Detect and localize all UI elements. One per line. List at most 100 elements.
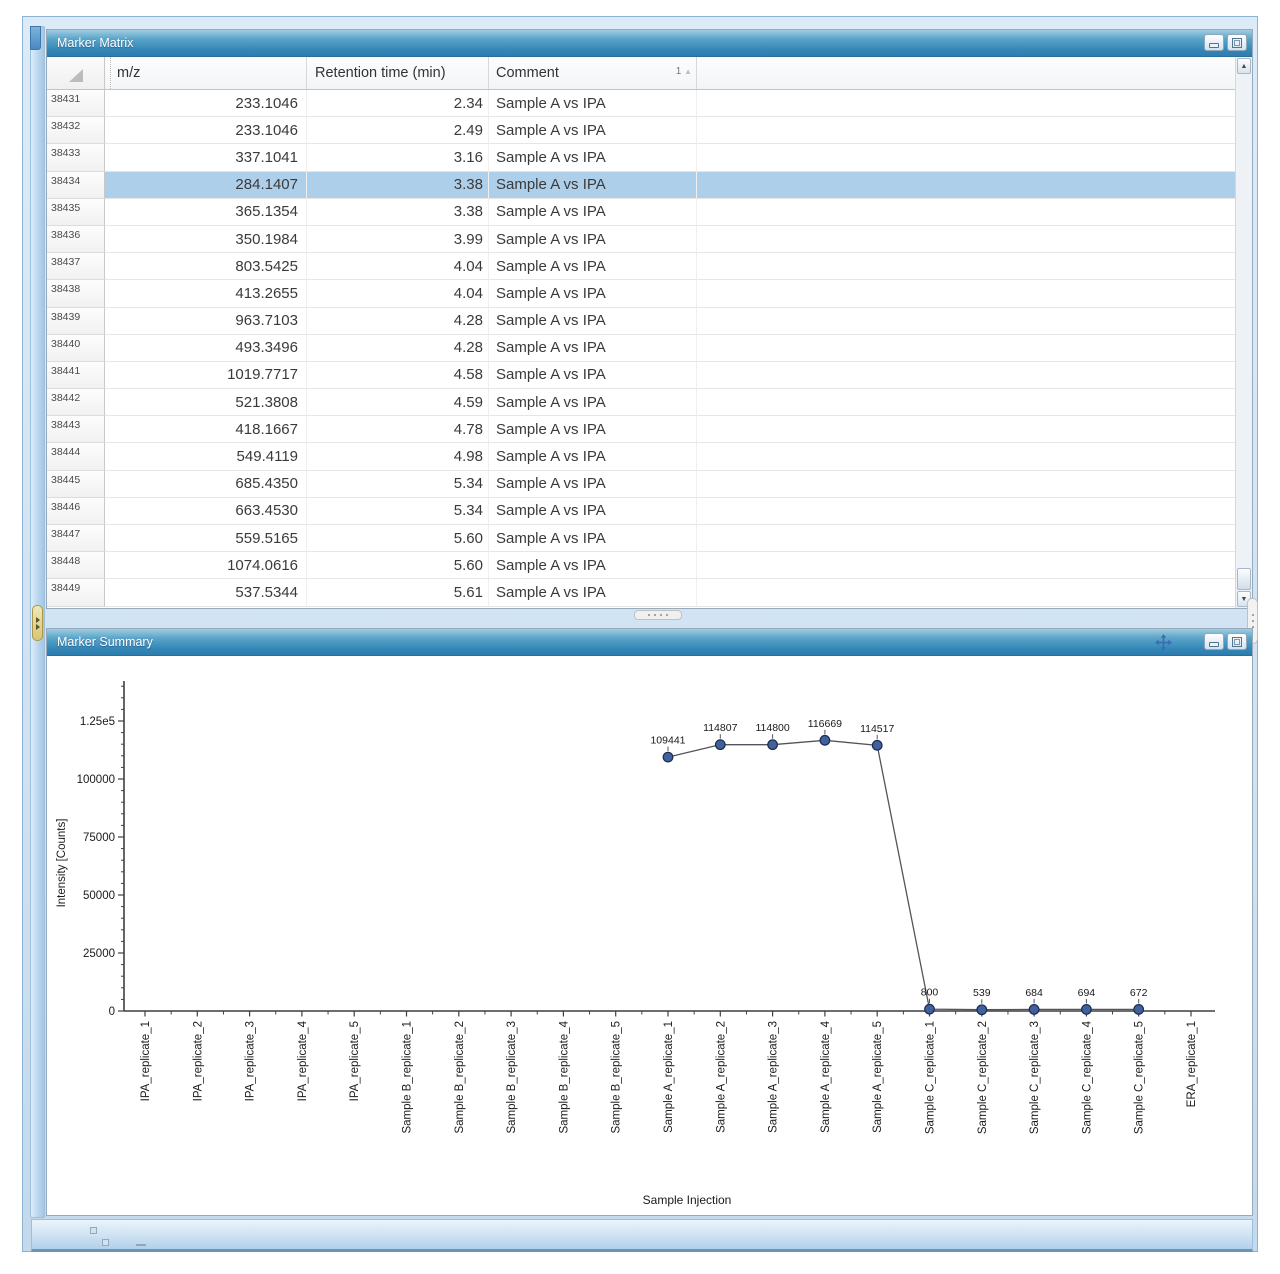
cell-filler[interactable] — [697, 253, 1235, 280]
cell-comment[interactable]: Sample A vs IPA — [489, 471, 697, 498]
cell-comment[interactable]: Sample A vs IPA — [489, 335, 697, 362]
summary-chart[interactable]: 02500050000750001000001.25e5IPA_replicat… — [47, 656, 1252, 1215]
row-header-cell[interactable]: 38431 — [47, 90, 105, 117]
row-header-cell[interactable]: 38443 — [47, 416, 105, 443]
data-point-marker[interactable] — [872, 741, 882, 751]
table-row[interactable]: 38439963.71034.28Sample A vs IPA — [47, 308, 1235, 335]
table-row[interactable]: 38444549.41194.98Sample A vs IPA — [47, 443, 1235, 470]
move-icon[interactable] — [1155, 634, 1172, 651]
left-strip-tab[interactable] — [30, 26, 41, 50]
table-row[interactable]: 38437803.54254.04Sample A vs IPA — [47, 253, 1235, 280]
table-row[interactable]: 38447559.51655.60Sample A vs IPA — [47, 525, 1235, 552]
cell-comment[interactable]: Sample A vs IPA — [489, 362, 697, 389]
column-header-comment[interactable]: Comment 1 ▲ — [489, 57, 697, 89]
table-row[interactable]: 38445685.43505.34Sample A vs IPA — [47, 471, 1235, 498]
cell-retention-time[interactable]: 3.38 — [307, 172, 489, 199]
cell-mz[interactable]: 559.5165 — [105, 525, 307, 552]
table-row[interactable]: 38435365.13543.38Sample A vs IPA — [47, 199, 1235, 226]
cell-filler[interactable] — [697, 199, 1235, 226]
table-row[interactable]: 38443418.16674.78Sample A vs IPA — [47, 416, 1235, 443]
cell-comment[interactable]: Sample A vs IPA — [489, 416, 697, 443]
cell-retention-time[interactable]: 3.16 — [307, 144, 489, 171]
cell-mz[interactable]: 233.1046 — [105, 117, 307, 144]
table-row[interactable]: 38434284.14073.38Sample A vs IPA — [47, 172, 1235, 199]
cell-comment[interactable]: Sample A vs IPA — [489, 199, 697, 226]
cell-retention-time[interactable]: 2.34 — [307, 90, 489, 117]
cell-comment[interactable]: Sample A vs IPA — [489, 117, 697, 144]
row-header-cell[interactable]: 38439 — [47, 308, 105, 335]
cell-comment[interactable]: Sample A vs IPA — [489, 579, 697, 606]
cell-mz[interactable]: 549.4119 — [105, 443, 307, 470]
cell-filler[interactable] — [697, 308, 1235, 335]
panel-splitter-handle[interactable] — [634, 610, 682, 620]
minimize-button[interactable] — [1204, 633, 1224, 650]
cell-filler[interactable] — [697, 90, 1235, 117]
row-header-cell[interactable]: 38442 — [47, 389, 105, 416]
scrollbar-thumb[interactable] — [1237, 568, 1251, 590]
cell-mz[interactable]: 493.3496 — [105, 335, 307, 362]
row-header-cell[interactable]: 38444 — [47, 443, 105, 470]
column-header-mz[interactable]: m/z — [105, 57, 307, 89]
row-header-cell[interactable]: 38437 — [47, 253, 105, 280]
row-header-cell[interactable]: 38448 — [47, 552, 105, 579]
data-point-marker[interactable] — [925, 1004, 935, 1014]
cell-mz[interactable]: 685.4350 — [105, 471, 307, 498]
row-header-cell[interactable]: 38446 — [47, 498, 105, 525]
cell-filler[interactable] — [697, 335, 1235, 362]
cell-mz[interactable]: 1074.0616 — [105, 552, 307, 579]
table-row[interactable]: 38432233.10462.49Sample A vs IPA — [47, 117, 1235, 144]
maximize-button[interactable] — [1227, 34, 1247, 51]
cell-filler[interactable] — [697, 389, 1235, 416]
cell-mz[interactable]: 537.5344 — [105, 579, 307, 606]
row-header-cell[interactable]: 38440 — [47, 335, 105, 362]
cell-filler[interactable] — [697, 525, 1235, 552]
cell-filler[interactable] — [697, 280, 1235, 307]
cell-comment[interactable]: Sample A vs IPA — [489, 253, 697, 280]
cell-filler[interactable] — [697, 226, 1235, 253]
data-point-marker[interactable] — [1082, 1005, 1092, 1015]
cell-mz[interactable]: 350.1984 — [105, 226, 307, 253]
table-row[interactable]: 38449537.53445.61Sample A vs IPA — [47, 579, 1235, 606]
left-strip-expand-handle[interactable] — [32, 605, 43, 641]
maximize-button[interactable] — [1227, 633, 1247, 650]
cell-comment[interactable]: Sample A vs IPA — [489, 443, 697, 470]
cell-mz[interactable]: 963.7103 — [105, 308, 307, 335]
marker-summary-titlebar[interactable]: Marker Summary — [47, 629, 1252, 656]
cell-mz[interactable]: 413.2655 — [105, 280, 307, 307]
cell-retention-time[interactable]: 4.28 — [307, 335, 489, 362]
cell-comment[interactable]: Sample A vs IPA — [489, 144, 697, 171]
cell-filler[interactable] — [697, 498, 1235, 525]
left-collapsed-panel-strip[interactable] — [30, 26, 45, 1218]
table-row[interactable]: 384481074.06165.60Sample A vs IPA — [47, 552, 1235, 579]
table-row[interactable]: 38440493.34964.28Sample A vs IPA — [47, 335, 1235, 362]
cell-filler[interactable] — [697, 144, 1235, 171]
table-row[interactable]: 38442521.38084.59Sample A vs IPA — [47, 389, 1235, 416]
column-header-retention-time[interactable]: Retention time (min) — [307, 57, 489, 89]
table-row[interactable]: 38431233.10462.34Sample A vs IPA — [47, 90, 1235, 117]
table-row[interactable]: 38436350.19843.99Sample A vs IPA — [47, 226, 1235, 253]
cell-retention-time[interactable]: 4.04 — [307, 253, 489, 280]
marker-matrix-titlebar[interactable]: Marker Matrix — [47, 30, 1252, 57]
cell-comment[interactable]: Sample A vs IPA — [489, 308, 697, 335]
cell-retention-time[interactable]: 5.34 — [307, 498, 489, 525]
cell-filler[interactable] — [697, 117, 1235, 144]
data-point-marker[interactable] — [768, 740, 778, 750]
cell-comment[interactable]: Sample A vs IPA — [489, 172, 697, 199]
row-header-cell[interactable]: 38441 — [47, 362, 105, 389]
cell-filler[interactable] — [697, 471, 1235, 498]
row-header-cell[interactable]: 38436 — [47, 226, 105, 253]
data-point-marker[interactable] — [1029, 1005, 1039, 1015]
cell-filler[interactable] — [697, 552, 1235, 579]
cell-mz[interactable]: 1019.7717 — [105, 362, 307, 389]
table-row[interactable]: 384411019.77174.58Sample A vs IPA — [47, 362, 1235, 389]
cell-filler[interactable] — [697, 443, 1235, 470]
cell-mz[interactable]: 284.1407 — [105, 172, 307, 199]
cell-filler[interactable] — [697, 172, 1235, 199]
table-row[interactable]: 38433337.10413.16Sample A vs IPA — [47, 144, 1235, 171]
data-point-marker[interactable] — [716, 740, 726, 750]
cell-comment[interactable]: Sample A vs IPA — [489, 552, 697, 579]
data-point-marker[interactable] — [820, 736, 830, 746]
data-point-marker[interactable] — [1134, 1005, 1144, 1015]
cell-filler[interactable] — [697, 362, 1235, 389]
row-header-cell[interactable]: 38449 — [47, 579, 105, 606]
